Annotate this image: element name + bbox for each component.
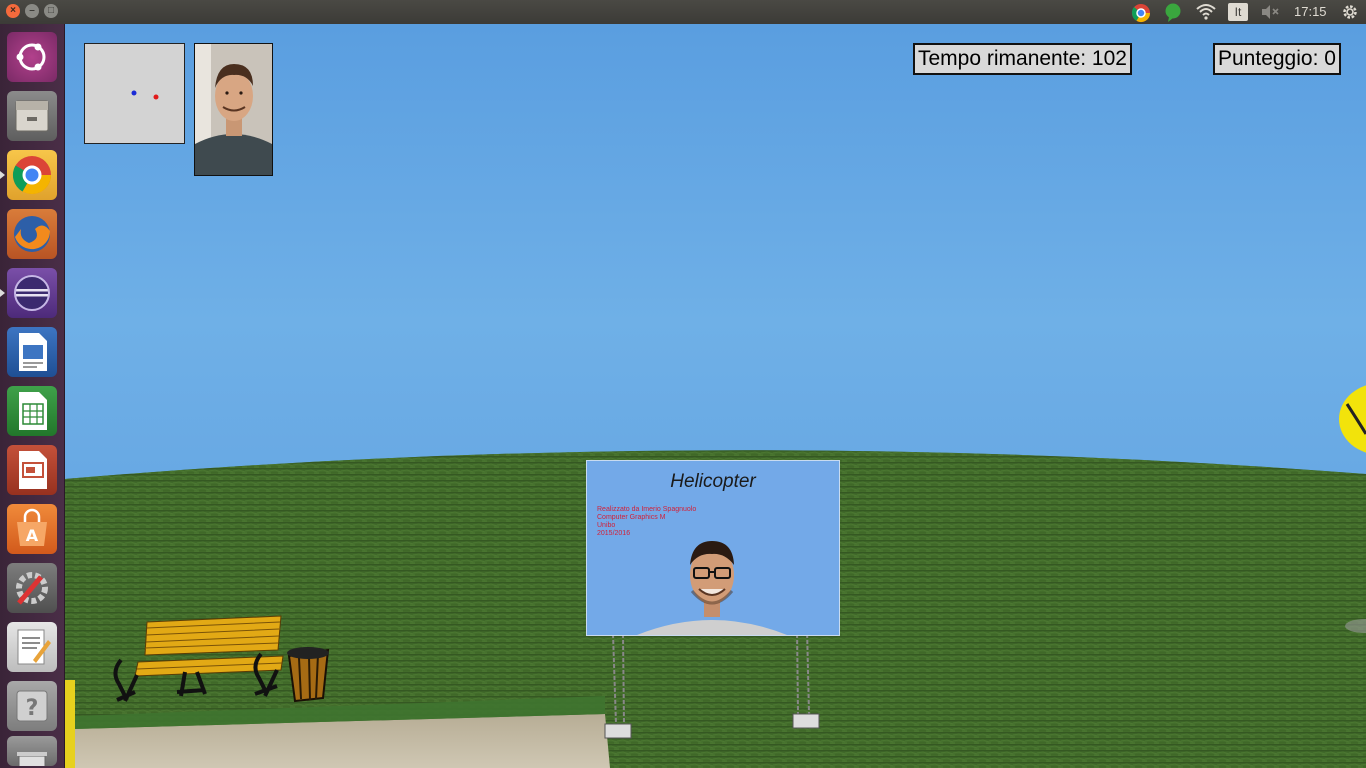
person-shirt [195,134,272,175]
trash-icon[interactable] [7,736,57,766]
text-editor-icon[interactable] [7,622,57,672]
billboard-portrait [637,541,787,635]
volume-muted-icon[interactable] [1260,3,1280,21]
score: Punteggio: 0 [1213,43,1341,75]
files-icon[interactable] [7,91,57,141]
chrome-icon[interactable] [7,150,57,200]
launcher-sidebar: A ? [0,24,65,768]
webcam-feed [194,43,273,176]
settings-gear-icon[interactable] [1341,3,1359,21]
chrome-tray-icon[interactable] [1131,3,1151,23]
pole [65,680,75,768]
dash-home-icon[interactable] [7,32,57,82]
close-window-button[interactable]: × [6,4,20,18]
software-center-icon[interactable]: A [7,504,57,554]
clock[interactable]: 17:15 [1294,3,1327,21]
writer-icon[interactable] [7,327,57,377]
billboard: Helicopter Realizzato da Imerio Spagnuol… [586,460,840,636]
running-indicator [0,289,5,297]
eclipse-icon[interactable] [7,268,57,318]
impress-icon[interactable] [7,445,57,495]
target-marker [153,94,159,100]
calc-icon[interactable] [7,386,57,436]
svg-text:A: A [26,526,39,545]
minimap [84,43,185,144]
running-indicator [0,171,5,179]
time-remaining: Tempo rimanente: 102 [913,43,1132,75]
system-settings-icon[interactable] [7,563,57,613]
messaging-tray-icon[interactable] [1164,3,1182,22]
trash-bin [287,647,330,703]
keyboard-layout-indicator[interactable]: It [1228,3,1248,21]
maximize-window-button[interactable]: □ [44,4,58,18]
billboard-title: Helicopter [670,471,756,492]
game-viewport[interactable]: Tempo rimanente: 102 Punteggio: 0 Helico… [65,24,1366,768]
help-icon[interactable]: ? [7,681,57,731]
svg-text:?: ? [26,696,39,721]
wifi-icon[interactable] [1196,3,1216,21]
billboard-year: 2015/2016 [597,530,631,537]
top-panel: × – □ It 17:15 [0,0,1366,24]
firefox-icon[interactable] [7,209,57,259]
minimize-window-button[interactable]: – [25,4,39,18]
player-marker [131,90,137,96]
